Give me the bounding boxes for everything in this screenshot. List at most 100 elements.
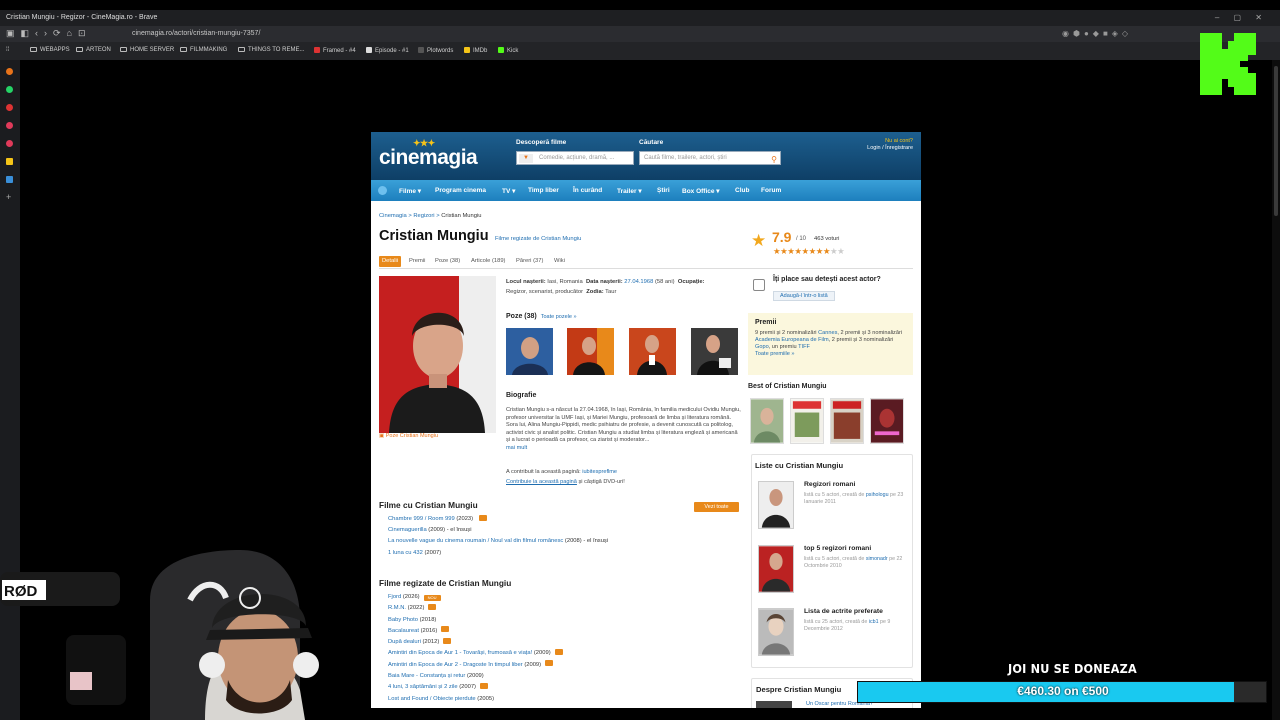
film-link[interactable]: Fjord: [388, 594, 401, 600]
person-photo[interactable]: [379, 276, 496, 433]
nav-filme[interactable]: Filme ▾: [399, 187, 421, 195]
add-to-list-button[interactable]: Adaugă-l într-o listă: [773, 291, 835, 301]
award-link[interactable]: Gopo: [755, 344, 769, 350]
film-link[interactable]: Cinemaguerilla: [388, 527, 427, 533]
bookmark-framed[interactable]: Framed - #4: [314, 47, 356, 54]
film-link[interactable]: Chambre 999 / Room 999: [388, 516, 455, 522]
brave-icon[interactable]: [6, 68, 13, 75]
list-thumb[interactable]: [758, 545, 794, 593]
bookmark-webapps[interactable]: WEBAPPS: [30, 47, 70, 53]
app-icon[interactable]: [6, 104, 13, 111]
about-thumb[interactable]: [756, 701, 792, 708]
film-link[interactable]: Lost and Found / Obiecte pierdute: [388, 696, 476, 702]
poster-tag-icon[interactable]: [443, 637, 452, 644]
film-link[interactable]: R.M.N.: [388, 605, 406, 611]
list-author[interactable]: simonadr: [866, 556, 888, 562]
nav-stiri[interactable]: Știri: [657, 187, 670, 194]
film-link[interactable]: Baia Mare - Constanța și retur: [388, 673, 465, 679]
nav-box-office[interactable]: Box Office ▾: [682, 187, 720, 195]
search-input[interactable]: Caută filme, trailere, actori, știri ⚲: [639, 151, 781, 165]
extensions-icon[interactable]: ◉⬢●◆■◈◇: [1062, 29, 1132, 38]
crumb-home[interactable]: Cinemagia: [379, 213, 407, 219]
app-icon[interactable]: [6, 140, 13, 147]
film-link[interactable]: După dealuri: [388, 639, 421, 645]
list-name[interactable]: Lista de actrite preferate: [804, 608, 883, 615]
award-link[interactable]: Cannes: [818, 330, 837, 336]
poster-tag-icon[interactable]: [545, 660, 554, 667]
window-controls[interactable]: – ▢ ✕: [1215, 13, 1262, 22]
poster-tag-icon[interactable]: [428, 603, 437, 610]
poster-thumb[interactable]: [750, 398, 784, 444]
address-bar[interactable]: cinemagia.ro/actori/cristian-mungiu-7357…: [120, 28, 1060, 40]
bookmark-arteon[interactable]: ARTEON: [76, 47, 111, 53]
directed-films-link[interactable]: Filme regizate de Cristian Mungiu: [495, 236, 581, 242]
tab-premii[interactable]: Premii: [406, 256, 428, 267]
list-author[interactable]: icb1: [869, 619, 879, 625]
discover-select[interactable]: ▼ Comedie, acțiune, dramă, ...: [516, 151, 634, 165]
contrib-user[interactable]: iubitespreflme: [582, 469, 617, 475]
crumb-regizori[interactable]: Regizori: [413, 213, 434, 219]
poster-tag-icon[interactable]: [478, 514, 487, 521]
add-icon[interactable]: +: [6, 193, 13, 202]
list-name[interactable]: Regizori romani: [804, 481, 855, 488]
stars-filled[interactable]: ★★★★★★★★: [773, 246, 830, 256]
login-link[interactable]: Login / Înregistrare: [867, 145, 913, 152]
site-logo[interactable]: ✦★✦ cinemagia: [379, 138, 478, 170]
photo-thumb[interactable]: [506, 328, 553, 375]
nav-tv[interactable]: TV ▾: [502, 187, 515, 195]
list-author[interactable]: psihologu: [866, 492, 889, 498]
bookmark-episode[interactable]: Episode - #1: [366, 47, 409, 54]
search-icon[interactable]: ⚲: [771, 153, 777, 166]
film-link[interactable]: 1 luna cu 432: [388, 550, 423, 556]
all-awards-link[interactable]: Toate premiile »: [755, 351, 795, 357]
nav-timp-liber[interactable]: Timp liber: [528, 187, 559, 194]
poster-thumb[interactable]: [870, 398, 904, 444]
tab-poze[interactable]: Poze (38): [432, 256, 463, 267]
nav-program-cinema[interactable]: Program cinema: [435, 187, 486, 194]
film-link[interactable]: Bacalaureat: [388, 628, 419, 634]
bookmark-plotwords[interactable]: Plotwords: [418, 47, 453, 54]
bookmark-things[interactable]: THINGS TO REME...: [238, 47, 304, 53]
nav-in-curand[interactable]: În curând: [573, 187, 602, 194]
list-thumb[interactable]: [758, 481, 794, 529]
rating-stars[interactable]: ★★★★★★★★★★: [773, 246, 845, 257]
nav-trailer[interactable]: Trailer ▾: [617, 187, 642, 195]
bookmark-home-server[interactable]: HOME SERVER: [120, 47, 174, 53]
film-link[interactable]: La nouvelle vague du cinema roumain / No…: [388, 538, 563, 544]
poster-thumb[interactable]: [790, 398, 824, 444]
list-thumb[interactable]: [758, 608, 794, 656]
nav-forum[interactable]: Forum: [761, 187, 781, 194]
photo-thumb[interactable]: [567, 328, 614, 375]
scrollbar[interactable]: [1272, 60, 1280, 720]
film-link[interactable]: Amintiri din Epoca de Aur 1 - Tovarăși, …: [388, 650, 532, 656]
tab-wiki[interactable]: Wiki: [551, 256, 568, 267]
film-link[interactable]: Amintiri din Epoca de Aur 2 - Dragoste î…: [388, 662, 523, 668]
all-photos-link[interactable]: Toate pozele »: [541, 314, 577, 320]
poster-tag-icon[interactable]: [480, 682, 488, 689]
film-link[interactable]: 4 luni, 3 săptămâni și 2 zile: [388, 684, 458, 690]
contrib-link[interactable]: Contribuie la această pagină: [506, 479, 577, 485]
film-link[interactable]: Baby Photo: [388, 617, 418, 623]
app-icon[interactable]: [6, 176, 13, 183]
apps-icon[interactable]: ⁞⁞: [6, 47, 9, 53]
photo-thumb[interactable]: [691, 328, 738, 375]
birthdate-value[interactable]: 27.04.1968: [624, 279, 653, 285]
whatsapp-icon[interactable]: [6, 86, 13, 93]
scroll-thumb[interactable]: [1274, 66, 1278, 216]
bookmark-imdb[interactable]: IMDb: [464, 47, 487, 54]
award-link[interactable]: TIFF: [798, 344, 810, 350]
nav-buttons[interactable]: ▣◧‹›⟳⌂⊡: [6, 28, 92, 39]
tab-detalii[interactable]: Detalii: [379, 256, 402, 267]
photo-thumb[interactable]: [629, 328, 676, 375]
nav-club[interactable]: Club: [735, 187, 749, 194]
tab-pareri[interactable]: Păreri (37): [513, 256, 546, 267]
signup-link[interactable]: Nu ai cont?: [867, 138, 913, 145]
bookmark-kick[interactable]: Kick: [498, 47, 518, 54]
award-link[interactable]: Academia Europeana de Film: [755, 337, 829, 343]
home-icon[interactable]: [378, 186, 387, 195]
stars-empty[interactable]: ★★: [830, 246, 845, 256]
bio-more-link[interactable]: mai mult: [506, 445, 527, 451]
bookmark-filmmaking[interactable]: FILMMAKING: [180, 47, 227, 53]
poster-thumb[interactable]: [830, 398, 864, 444]
list-name[interactable]: top 5 regizori romani: [804, 545, 871, 552]
